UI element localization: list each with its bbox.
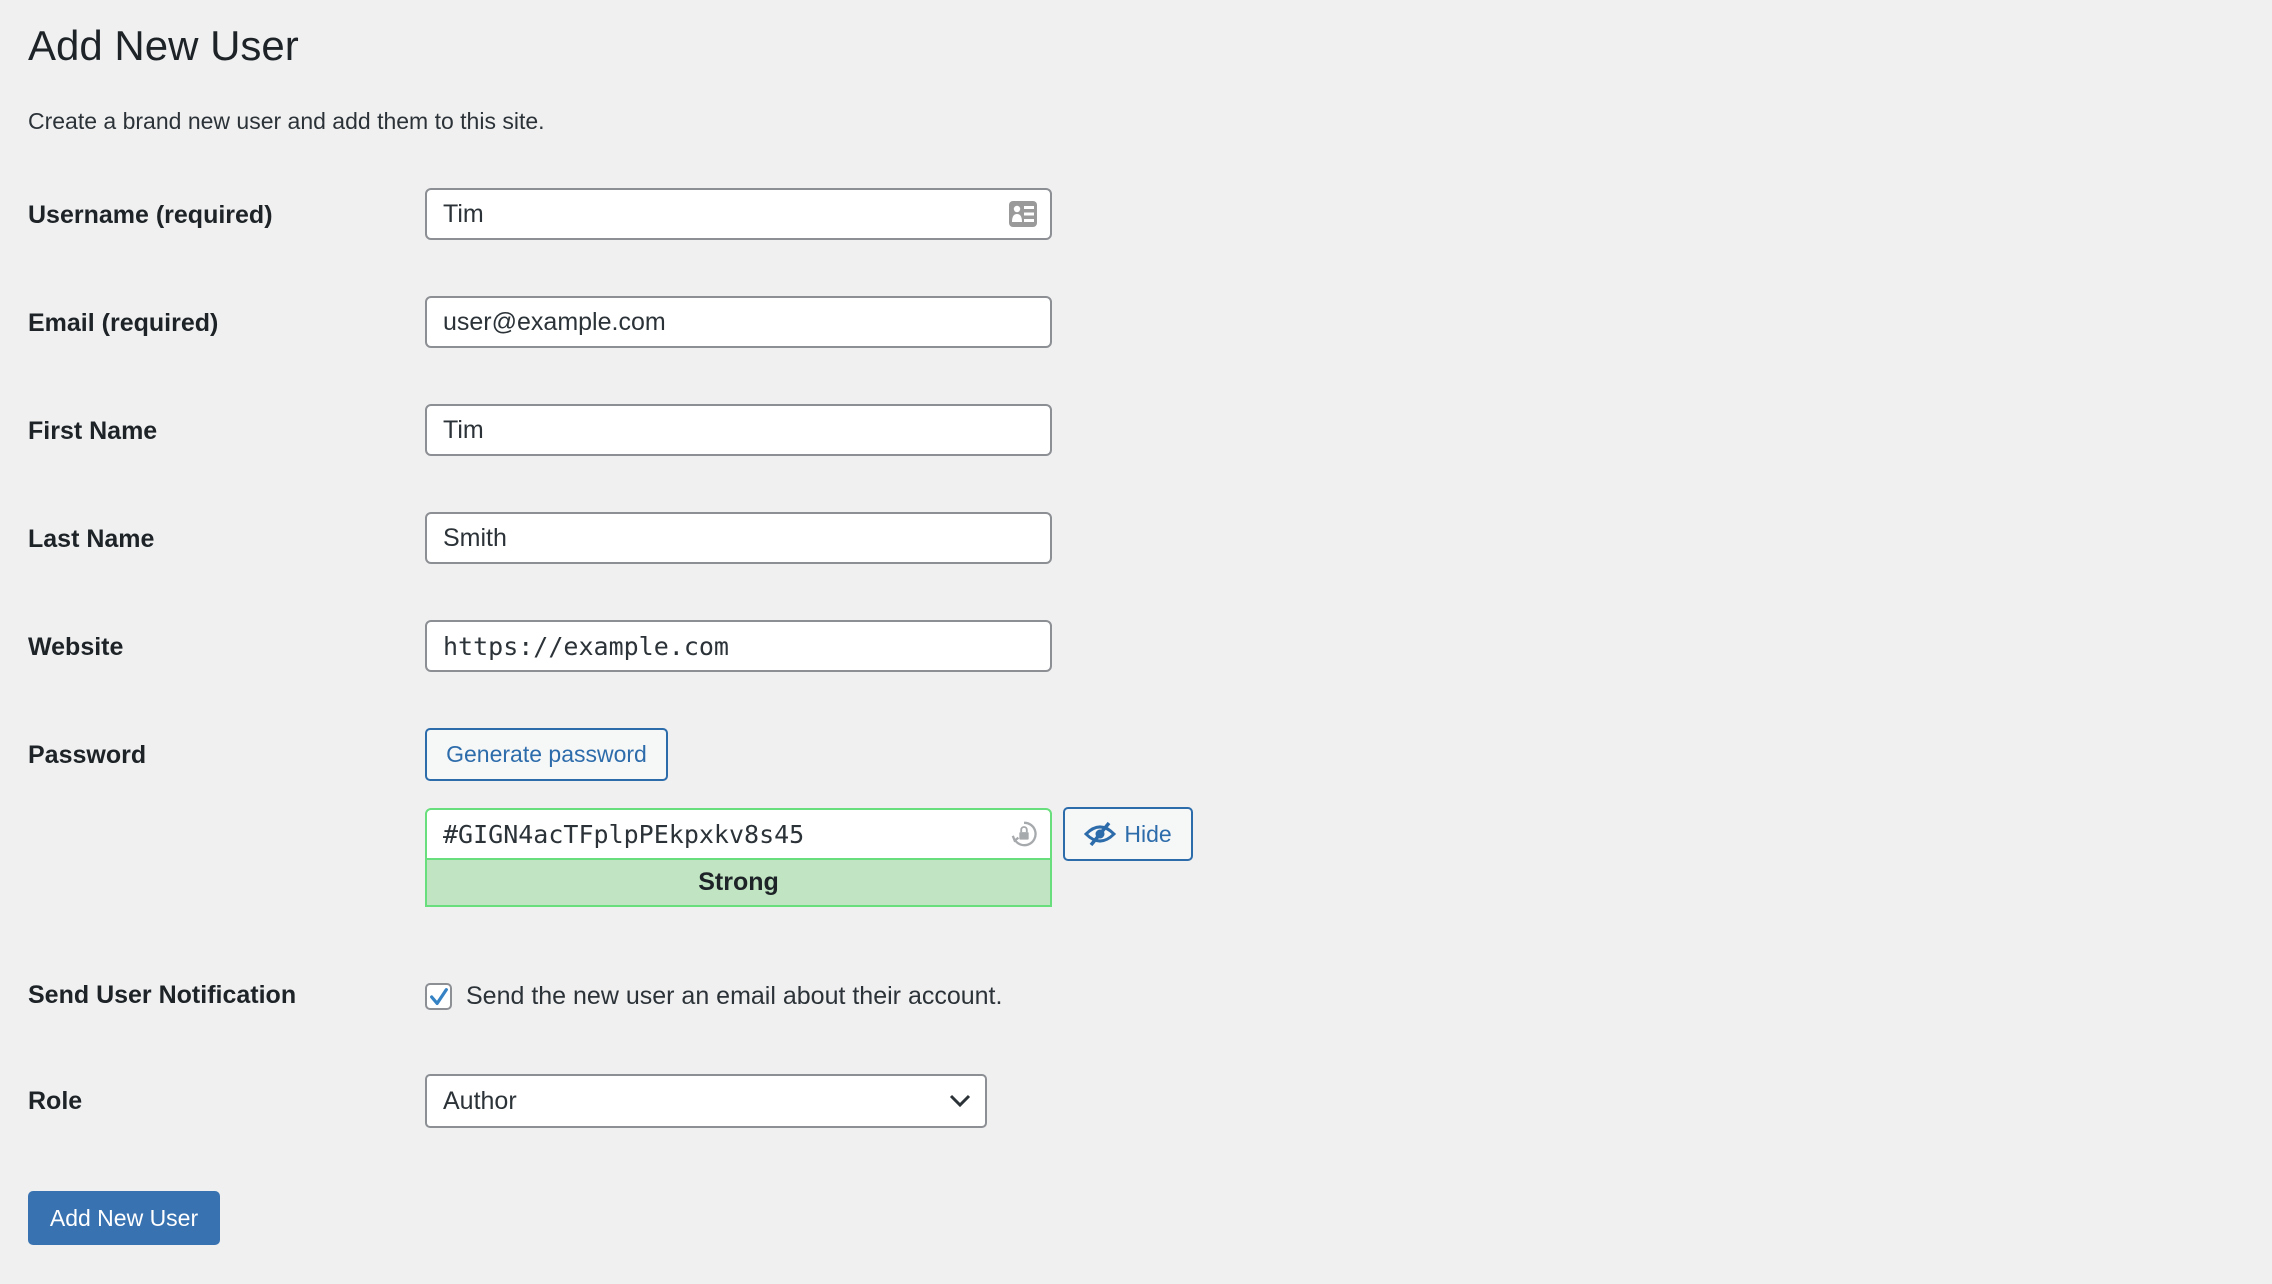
role-label: Role	[28, 1087, 83, 1115]
website-value: https://example.com	[443, 631, 729, 661]
page-description: Create a brand new user and add them to …	[28, 108, 545, 134]
send-notification-text[interactable]: Send the new user an email about their a…	[466, 978, 1002, 1014]
contact-card-icon[interactable]	[1008, 200, 1038, 228]
password-strength-meter: Strong	[425, 860, 1052, 907]
password-lock-icon	[1011, 821, 1037, 847]
add-new-user-button[interactable]: Add New User	[28, 1191, 220, 1245]
website-label: Website	[28, 633, 124, 661]
last-name-value: Smith	[443, 523, 507, 552]
email-input[interactable]: user@example.com	[425, 296, 1052, 348]
first-name-input[interactable]: Tim	[425, 404, 1052, 456]
password-value: #GIGN4acTFplpPEkpxkv8s45	[443, 819, 805, 849]
chevron-down-icon	[949, 1094, 971, 1108]
last-name-label: Last Name	[28, 525, 155, 553]
role-value: Author	[443, 1086, 517, 1115]
username-value: Tim	[443, 199, 484, 228]
hide-label: Hide	[1124, 820, 1172, 847]
first-name-label: First Name	[28, 417, 158, 445]
notification-label: Send User Notification	[28, 981, 297, 1009]
password-input[interactable]: #GIGN4acTFplpPEkpxkv8s45	[425, 808, 1052, 860]
username-input[interactable]: Tim	[425, 188, 1052, 240]
checkmark-icon	[430, 988, 448, 1006]
hide-password-button[interactable]: Hide	[1063, 807, 1193, 861]
eye-slash-icon	[1084, 822, 1117, 846]
last-name-input[interactable]: Smith	[425, 512, 1052, 564]
username-label: Username (required)	[28, 201, 273, 229]
generate-password-button[interactable]: Generate password	[425, 728, 668, 781]
first-name-value: Tim	[443, 415, 484, 444]
email-label: Email (required)	[28, 309, 219, 337]
website-input[interactable]: https://example.com	[425, 620, 1052, 672]
role-select[interactable]: Author	[425, 1074, 987, 1128]
page-title: Add New User	[28, 22, 299, 69]
email-value: user@example.com	[443, 307, 666, 336]
send-notification-checkbox[interactable]	[425, 983, 452, 1010]
password-label: Password	[28, 741, 147, 769]
